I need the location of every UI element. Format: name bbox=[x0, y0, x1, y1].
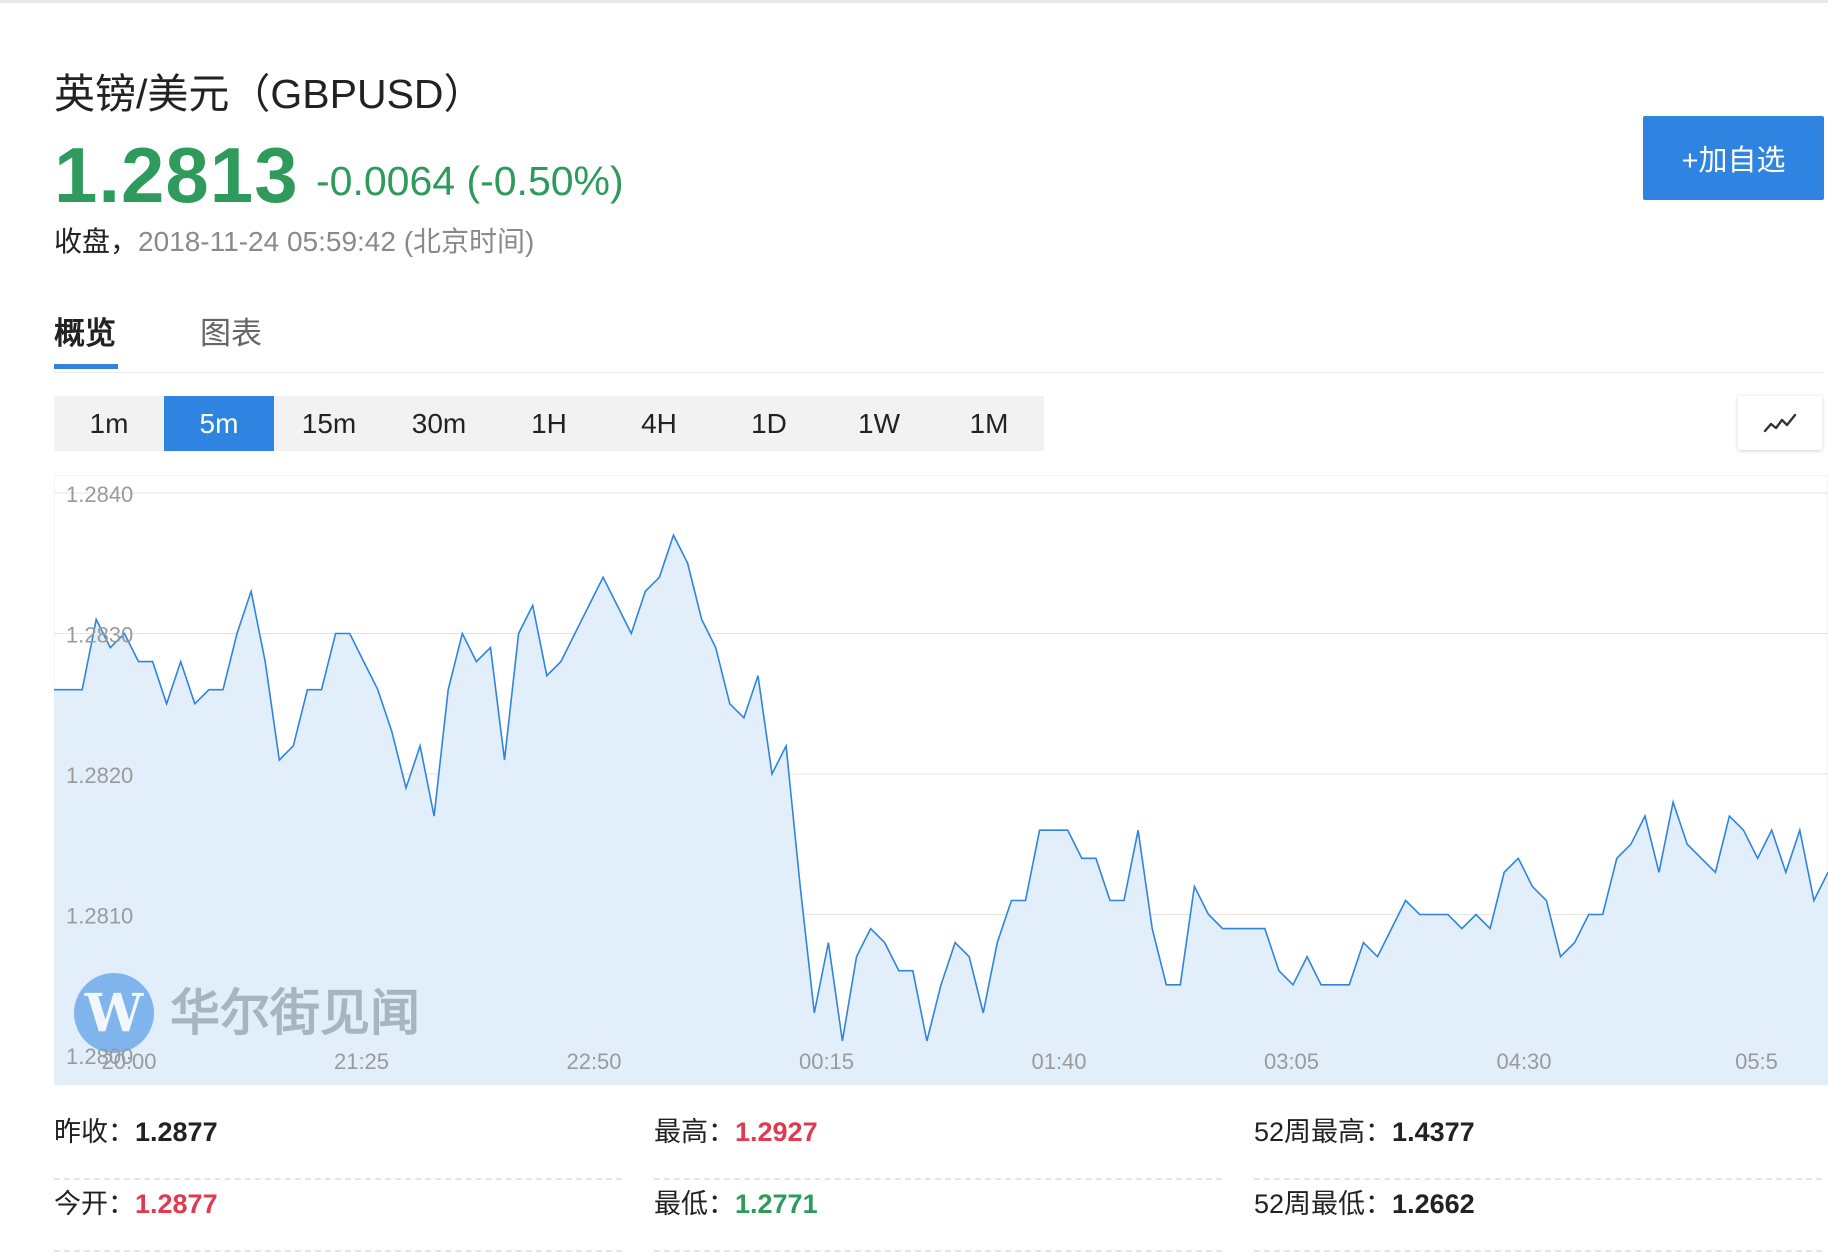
y-tick-label: 1.2820 bbox=[66, 763, 133, 788]
x-tick-label: 00:15 bbox=[799, 1049, 854, 1074]
price-change: -0.0064 (-0.50%) bbox=[316, 158, 624, 204]
watermark-logo-letter: W bbox=[84, 983, 145, 1044]
stat-value: 1.2877 bbox=[135, 1189, 218, 1219]
x-tick-label: 20:00 bbox=[101, 1049, 156, 1074]
period-1h[interactable]: 1H bbox=[494, 396, 604, 451]
period-15m[interactable]: 15m bbox=[274, 396, 384, 451]
watermark: W 华尔街见闻 bbox=[74, 973, 420, 1053]
stat-value: 1.2662 bbox=[1392, 1189, 1475, 1219]
y-tick-label: 1.2840 bbox=[66, 482, 133, 507]
x-tick-label: 03:05 bbox=[1264, 1049, 1319, 1074]
active-tab-indicator bbox=[54, 364, 118, 369]
stat-label: 最高： bbox=[654, 1117, 735, 1147]
stat-high: 最高：1.2927 bbox=[654, 1110, 1222, 1180]
close-status-label: 收盘， bbox=[54, 226, 139, 257]
stat-label: 52周最低： bbox=[1254, 1189, 1393, 1219]
period-4h[interactable]: 4H bbox=[604, 396, 714, 451]
period-30m[interactable]: 30m bbox=[384, 396, 494, 451]
stat-label: 今开： bbox=[54, 1189, 135, 1219]
stat-label: 最低： bbox=[654, 1189, 735, 1219]
x-tick-label: 22:50 bbox=[566, 1049, 621, 1074]
chart-type-toggle[interactable] bbox=[1738, 396, 1822, 450]
price-chart[interactable]: W 华尔街见闻 1.28401.28301.28201.28101.280020… bbox=[54, 475, 1828, 1085]
stat-52w-high: 52周最高：1.4377 bbox=[1254, 1110, 1822, 1180]
x-tick-label: 05:5 bbox=[1735, 1049, 1778, 1074]
period-1d[interactable]: 1D bbox=[714, 396, 824, 451]
period-1mo[interactable]: 1M bbox=[934, 396, 1044, 451]
tab-overview[interactable]: 概览 bbox=[54, 308, 116, 353]
line-chart-icon bbox=[1763, 413, 1797, 433]
stat-52w-low: 52周最低：1.2662 bbox=[1254, 1182, 1822, 1252]
x-tick-label: 21:25 bbox=[334, 1049, 389, 1074]
tab-bar: 概览 图表 bbox=[54, 300, 1824, 373]
x-tick-label: 04:30 bbox=[1496, 1049, 1551, 1074]
stat-prev-close: 昨收：1.2877 bbox=[54, 1110, 622, 1180]
stat-label: 52周最高： bbox=[1254, 1117, 1393, 1147]
watermark-text: 华尔街见闻 bbox=[170, 983, 420, 1042]
y-tick-label: 1.2830 bbox=[66, 623, 133, 648]
stat-label: 昨收： bbox=[54, 1117, 135, 1147]
x-tick-label: 01:40 bbox=[1031, 1049, 1086, 1074]
top-divider bbox=[0, 0, 1828, 3]
period-5m[interactable]: 5m bbox=[164, 396, 274, 451]
page-title: 英镑/美元（GBPUSD） bbox=[54, 71, 485, 117]
stat-low: 最低：1.2771 bbox=[654, 1182, 1222, 1252]
stat-value: 1.2927 bbox=[735, 1117, 818, 1147]
tab-chart[interactable]: 图表 bbox=[200, 308, 262, 353]
stat-value: 1.2771 bbox=[735, 1189, 818, 1219]
stat-value: 1.2877 bbox=[135, 1117, 218, 1147]
current-price: 1.2813 bbox=[54, 131, 299, 219]
period-1w[interactable]: 1W bbox=[824, 396, 934, 451]
add-to-watchlist-button[interactable]: +加自选 bbox=[1643, 116, 1824, 200]
stat-open: 今开：1.2877 bbox=[54, 1182, 622, 1252]
timestamp: 2018-11-24 05:59:42 (北京时间) bbox=[138, 226, 535, 257]
market-status: 收盘，2018-11-24 05:59:42 (北京时间) bbox=[54, 220, 534, 260]
y-tick-label: 1.2810 bbox=[66, 904, 133, 929]
stat-value: 1.4377 bbox=[1392, 1117, 1475, 1147]
period-1m[interactable]: 1m bbox=[54, 396, 164, 451]
